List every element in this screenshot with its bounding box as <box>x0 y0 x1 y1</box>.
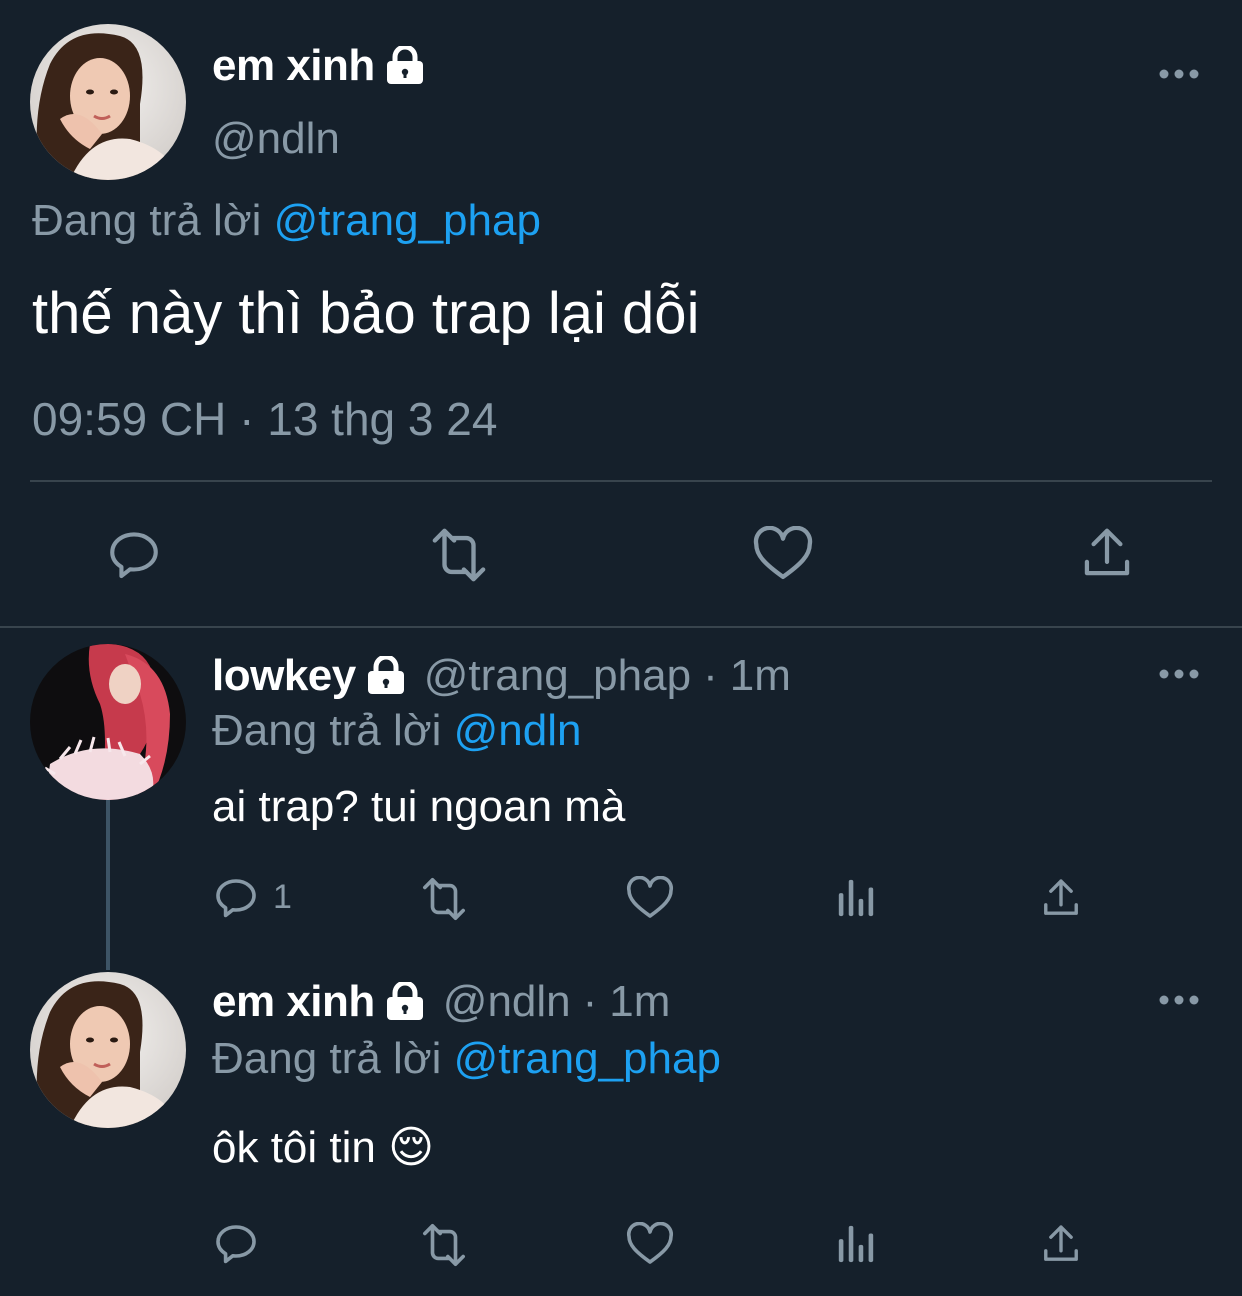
lock-icon <box>366 656 406 696</box>
reply-icon[interactable] <box>105 526 163 584</box>
retweet-icon[interactable] <box>416 1222 472 1268</box>
lock-icon <box>385 982 425 1022</box>
analytics-icon[interactable] <box>836 1222 876 1264</box>
replying-to-link[interactable]: @trang_phap <box>454 1034 721 1083</box>
main-tweet-handle[interactable]: @ndln <box>212 114 340 164</box>
replying-prefix: Đang trả lời <box>212 1034 442 1083</box>
reply-2-display-name[interactable]: em xinh <box>212 977 375 1027</box>
reply-1-display-name[interactable]: lowkey <box>212 651 356 701</box>
analytics-icon[interactable] <box>836 876 876 918</box>
main-tweet-text: thế này thì bảo trap lại dỗi <box>32 281 700 346</box>
main-tweet-display-name[interactable]: em xinh <box>212 41 375 91</box>
thread-line <box>106 800 110 970</box>
share-icon[interactable] <box>1040 876 1082 920</box>
like-icon[interactable] <box>626 876 674 920</box>
meta-separator: · <box>703 651 718 700</box>
reply-1-handle[interactable]: @trang_phap <box>424 651 691 701</box>
reply-1-more-icon[interactable] <box>1158 666 1202 682</box>
replying-prefix: Đang trả lời <box>32 196 262 245</box>
like-icon[interactable] <box>626 1222 674 1266</box>
meta-separator: · <box>582 977 598 1026</box>
replying-prefix: Đang trả lời <box>212 706 442 755</box>
main-tweet-more-icon[interactable] <box>1158 66 1202 82</box>
reply-1-avatar[interactable] <box>30 644 186 800</box>
timestamp-separator: · <box>239 393 255 445</box>
reply-2-handle[interactable]: @ndln <box>443 977 571 1027</box>
lock-icon <box>385 46 425 86</box>
reply-icon[interactable] <box>212 874 260 922</box>
main-tweet-name-row: em xinh <box>212 40 425 92</box>
share-icon[interactable] <box>1040 1222 1082 1266</box>
reply-1-text: ai trap? tui ngoan mà <box>212 782 626 831</box>
reply-count: 1 <box>273 878 292 916</box>
reply-1-time[interactable]: 1m <box>730 651 791 701</box>
reply-icon[interactable] <box>212 1220 260 1268</box>
share-icon[interactable] <box>1080 524 1134 582</box>
reply-1-name-row: lowkey @trang_phap · 1m <box>212 650 791 702</box>
retweet-icon[interactable] <box>416 876 472 922</box>
main-tweet-avatar[interactable] <box>30 24 186 180</box>
replying-to-link[interactable]: @trang_phap <box>274 196 541 245</box>
reply-2-avatar[interactable] <box>30 972 186 1128</box>
reply-2-name-row: em xinh @ndln · 1m <box>212 976 670 1028</box>
main-tweet-replying-line: Đang trả lời @trang_phap <box>32 196 541 246</box>
like-icon[interactable] <box>752 526 814 582</box>
reply-1-replying-line: Đang trả lời @ndln <box>212 706 581 756</box>
reply-2-text: ôk tôi tin 😌 <box>212 1123 434 1172</box>
retweet-icon[interactable] <box>424 526 494 584</box>
main-tweet-timestamp: 09:59 CH · 13 thg 3 24 <box>32 392 497 446</box>
reply-2-replying-line: Đang trả lời @trang_phap <box>212 1034 721 1084</box>
reply-2-time[interactable]: 1m <box>609 977 670 1027</box>
replying-to-link[interactable]: @ndln <box>454 706 582 755</box>
main-tweet-time[interactable]: 09:59 CH <box>32 393 226 445</box>
reply-2-more-icon[interactable] <box>1158 992 1202 1008</box>
main-tweet-divider <box>30 480 1212 482</box>
section-divider <box>0 626 1242 628</box>
tweet-detail-page: em xinh @ndln Đang trả lời @trang_phap t… <box>0 0 1242 1296</box>
main-tweet-date[interactable]: 13 thg 3 24 <box>267 393 497 445</box>
